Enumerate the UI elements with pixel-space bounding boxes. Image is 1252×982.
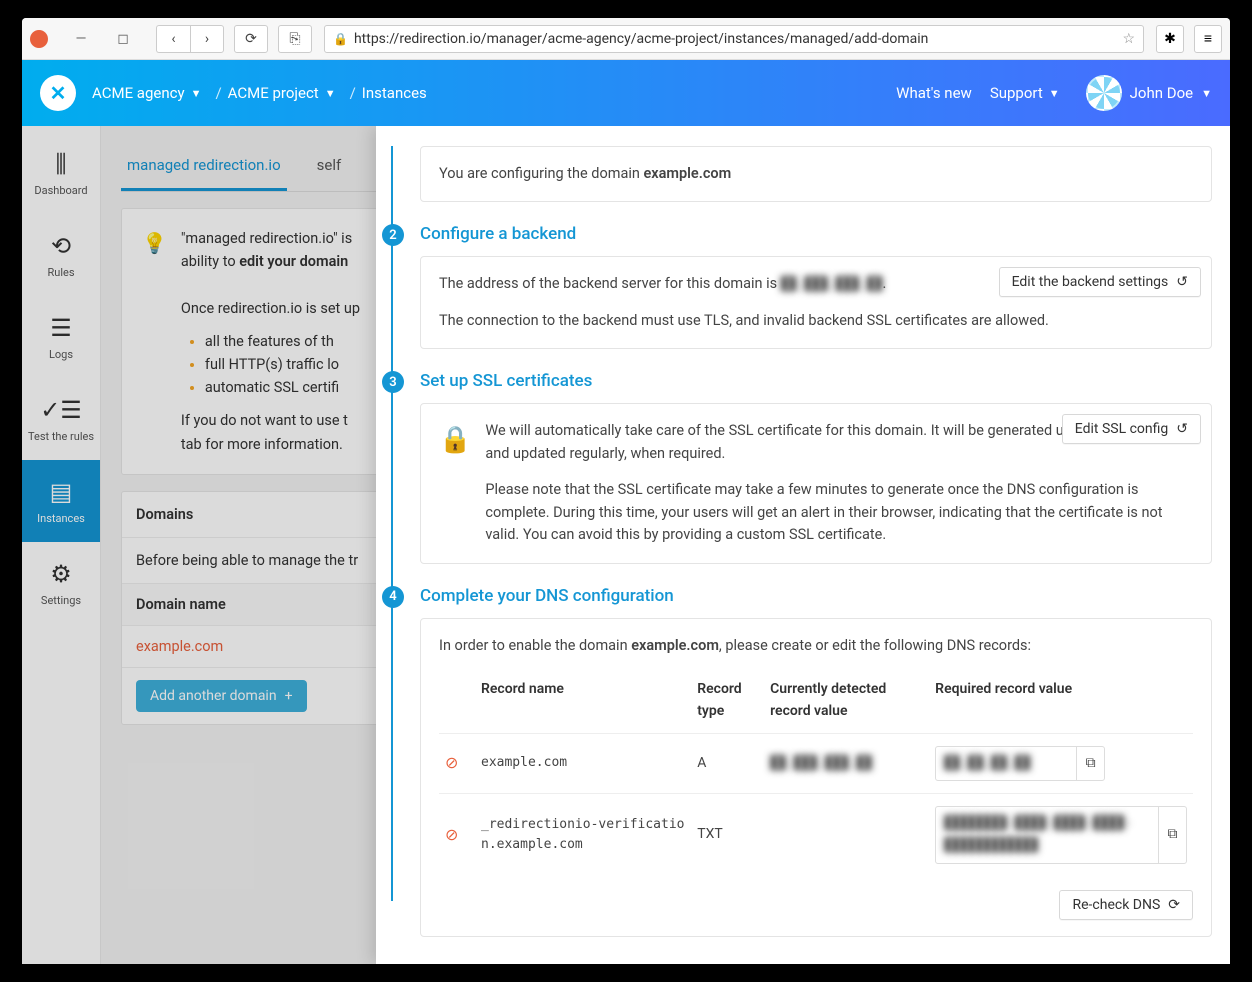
edit-ssl-button[interactable]: Edit SSL config↺ (1062, 414, 1201, 444)
dns-row: ⊘ example.com A ██.███.███.██ ██.██.██.█… (439, 733, 1193, 794)
breadcrumb-project[interactable]: ACME project▼ (228, 84, 336, 102)
window-minimize-button[interactable]: — (72, 30, 90, 48)
logs-icon: ☰ (50, 314, 72, 342)
sidebar-item-logs[interactable]: ☰Logs (22, 296, 100, 378)
url-bar[interactable]: 🔒 https://redirection.io/manager/acme-ag… (324, 25, 1144, 53)
add-domain-panel: You are configuring the domain example.c… (376, 126, 1230, 964)
chevron-down-icon: ▼ (1049, 87, 1060, 100)
test-icon: ✓☰ (40, 396, 82, 424)
window-close-button[interactable] (30, 30, 48, 48)
step-title: Complete your DNS configuration (420, 586, 1212, 606)
step-4-card: In order to enable the domain example.co… (420, 618, 1212, 937)
undo-icon: ↺ (1176, 274, 1188, 290)
gear-icon: ⚙ (50, 560, 72, 588)
lock-icon: 🔒 (333, 32, 348, 46)
chart-icon: ⫼ (55, 150, 66, 178)
nav-reload-button[interactable]: ⟳ (234, 25, 268, 53)
step-title: Set up SSL certificates (420, 371, 1212, 391)
warning-icon: ⊘ (445, 825, 458, 844)
tab-managed[interactable]: managed redirection.io (121, 146, 287, 191)
user-menu[interactable]: John Doe ▼ (1086, 75, 1212, 111)
step-3-card: Edit SSL config↺ 🔒 We will automatically… (420, 403, 1212, 563)
step-title: Configure a backend (420, 224, 1212, 244)
app-header: ✕ ACME agency▼ / ACME project▼ / Instanc… (22, 60, 1230, 126)
step-badge-3: 3 (382, 371, 404, 393)
required-value: ██.██.██.██⧉ (935, 746, 1105, 782)
sidebar-item-test[interactable]: ✓☰Test the rules (22, 378, 100, 460)
breadcrumb-agency[interactable]: ACME agency▼ (92, 84, 201, 102)
plus-icon: + (285, 688, 293, 704)
tab-self[interactable]: self (311, 146, 348, 191)
nav-back-button[interactable]: ‹ (156, 25, 190, 53)
step-badge-4: 4 (382, 586, 404, 608)
lock-icon: 🔒 (439, 420, 471, 546)
step-badge-2: 2 (382, 224, 404, 246)
bookmark-star-icon[interactable]: ☆ (1122, 31, 1135, 47)
url-text: https://redirection.io/manager/acme-agen… (354, 31, 928, 47)
sidebar-item-dashboard[interactable]: ⫼Dashboard (22, 132, 100, 214)
sidebar-item-settings[interactable]: ⚙Settings (22, 542, 100, 624)
app-logo[interactable]: ✕ (40, 75, 76, 111)
bulb-icon: 💡 (142, 227, 167, 456)
chevron-down-icon: ▼ (191, 87, 202, 100)
menu-button[interactable]: ≡ (1194, 25, 1222, 53)
nav-forward-button[interactable]: › (190, 25, 224, 53)
step-1-card: You are configuring the domain example.c… (420, 146, 1212, 202)
reload-icon: ⟳ (1168, 897, 1180, 913)
nav-reader-button[interactable]: ⎘ (278, 25, 312, 53)
undo-icon: ↺ (1176, 421, 1188, 437)
warning-icon: ⊘ (445, 753, 458, 772)
dns-table: Record name Record type Currently detect… (439, 669, 1193, 875)
sidebar-item-instances[interactable]: ▤Instances (22, 460, 100, 542)
sidebar: ⫼Dashboard ⟲Rules ☰Logs ✓☰Test the rules… (22, 126, 101, 964)
copy-button[interactable]: ⧉ (1158, 807, 1186, 862)
copy-button[interactable]: ⧉ (1076, 747, 1104, 781)
add-domain-button[interactable]: Add another domain+ (136, 680, 307, 712)
edit-backend-button[interactable]: Edit the backend settings↺ (999, 267, 1201, 297)
browser-chrome: — ◻ ‹ › ⟳ ⎘ 🔒 https://redirection.io/man… (22, 18, 1230, 60)
chevron-down-icon: ▼ (325, 87, 336, 100)
required-value: ████████-████-████-████-████████████⧉ (935, 806, 1187, 863)
dns-row: ⊘ _redirectionio-verification.example.co… (439, 794, 1193, 876)
window-maximize-button[interactable]: ◻ (114, 30, 132, 48)
breadcrumb-section[interactable]: Instances (362, 84, 427, 102)
user-avatar (1086, 75, 1122, 111)
step-2-card: Edit the backend settings↺ The address o… (420, 256, 1212, 349)
server-icon: ▤ (50, 478, 73, 506)
support-menu[interactable]: Support▼ (990, 84, 1060, 102)
whats-new-link[interactable]: What's new (896, 84, 972, 102)
extension-button[interactable]: ✱ (1156, 25, 1184, 53)
sidebar-item-rules[interactable]: ⟲Rules (22, 214, 100, 296)
rules-icon: ⟲ (51, 232, 71, 260)
chevron-down-icon: ▼ (1201, 87, 1212, 100)
recheck-dns-button[interactable]: Re-check DNS⟳ (1059, 890, 1193, 920)
